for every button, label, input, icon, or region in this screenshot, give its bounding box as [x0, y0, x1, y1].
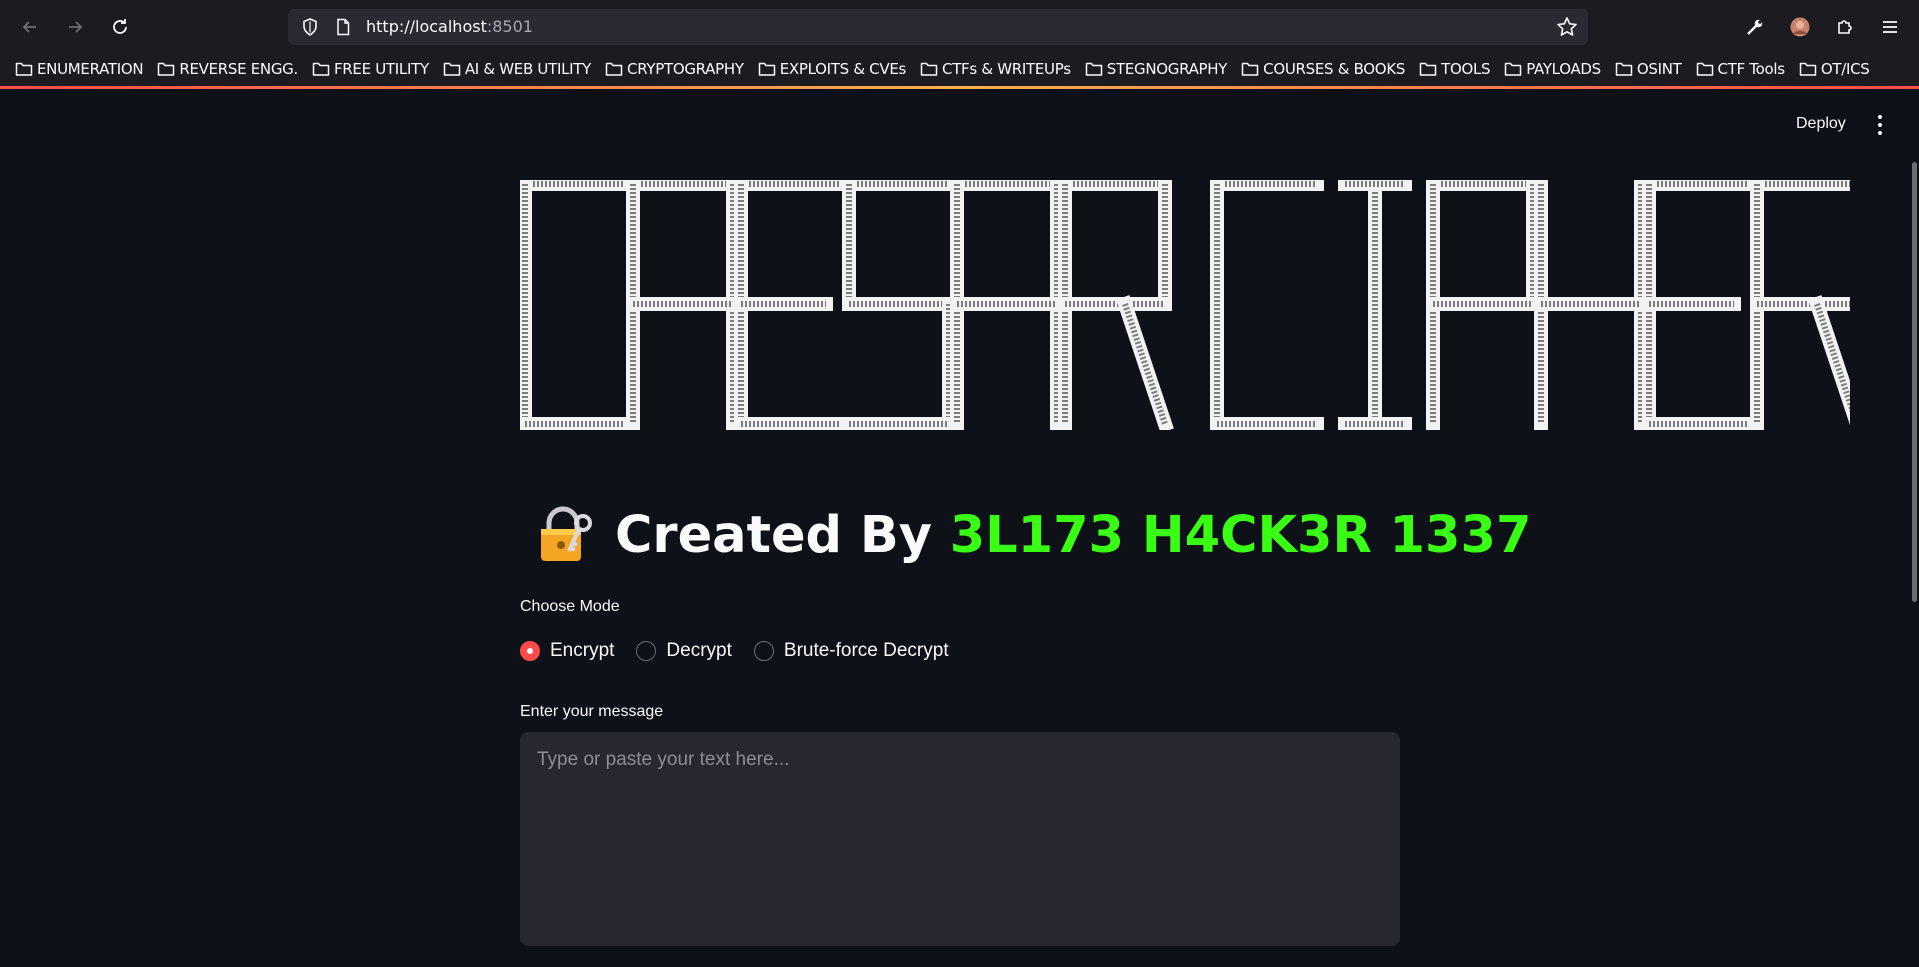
- kebab-menu-icon[interactable]: [1872, 112, 1888, 138]
- bookmark-label: OT/ICS: [1820, 60, 1870, 78]
- bookmark-folder[interactable]: CTFs & WRITEUPs: [920, 60, 1071, 78]
- mode-radio-encrypt[interactable]: Encrypt: [520, 640, 614, 662]
- bookmark-label: TOOLS: [1441, 60, 1491, 78]
- browser-toolbar: http://localhost:8501: [0, 0, 1919, 52]
- bookmark-label: OSINT: [1636, 60, 1682, 78]
- folder-icon: [1419, 62, 1437, 76]
- shield-icon[interactable]: [300, 17, 320, 37]
- folder-icon: [605, 62, 623, 76]
- radio-label: Encrypt: [550, 640, 615, 661]
- back-icon: [22, 21, 36, 33]
- bookmark-folder[interactable]: CRYPTOGRAPHY: [605, 60, 744, 78]
- star-icon[interactable]: [1556, 16, 1578, 38]
- bookmark-folder[interactable]: COURSES & BOOKS: [1241, 60, 1405, 78]
- scrollbar[interactable]: [1912, 162, 1917, 602]
- deploy-button[interactable]: Deploy: [1796, 115, 1846, 133]
- folder-icon: [443, 62, 461, 76]
- title-prefix: Created By: [615, 505, 950, 565]
- bookmark-folder[interactable]: ENUMERATION: [15, 60, 144, 78]
- folder-icon: [1085, 62, 1102, 76]
- page-icon[interactable]: [334, 18, 352, 36]
- profile-avatar: [1790, 17, 1810, 37]
- mode-radio-decrypt[interactable]: Decrypt: [636, 640, 732, 662]
- reload-button[interactable]: [105, 12, 135, 42]
- bookmark-label: ENUMERATION: [37, 60, 144, 78]
- extensions-button[interactable]: [1830, 12, 1860, 42]
- banner-letter: [734, 180, 848, 430]
- bookmark-folder[interactable]: PAYLOADS: [1504, 60, 1601, 78]
- radio-dot[interactable]: [520, 641, 540, 661]
- mode-label: Choose Mode: [520, 598, 620, 615]
- bookmark-folder[interactable]: REVERSE ENGG.: [157, 60, 298, 78]
- bookmark-label: AI & WEB UTILITY: [464, 60, 592, 78]
- page-title: Created By 3L173 H4CK3R 1337: [535, 505, 1531, 565]
- bookmark-label: CTFs & WRITEUPs: [942, 60, 1071, 78]
- devtools-button[interactable]: [1740, 12, 1770, 42]
- banner-letter: [1426, 180, 1540, 430]
- radio-dot[interactable]: [753, 641, 774, 661]
- bookmark-folder[interactable]: FREE UTILITY: [312, 60, 429, 78]
- bookmark-label: REVERSE ENGG.: [179, 60, 298, 78]
- bookmark-label: PAYLOADS: [1526, 60, 1601, 78]
- bookmark-label: FREE UTILITY: [333, 60, 429, 78]
- bookmark-label: COURSES & BOOKS: [1263, 60, 1406, 78]
- folder-icon: [1799, 62, 1817, 76]
- forward-button[interactable]: [60, 12, 90, 42]
- bookmark-label: CTF Tools: [1717, 60, 1786, 78]
- banner-letter: [1058, 180, 1174, 430]
- bookmark-label: STEGNOGRAPHY: [1106, 60, 1228, 78]
- bookmark-folder[interactable]: OT/ICS: [1799, 60, 1870, 78]
- forward-icon: [69, 21, 83, 33]
- message-input[interactable]: [520, 732, 1400, 946]
- folder-icon: [312, 62, 330, 76]
- lock-key-icon: [541, 506, 592, 561]
- folder-icon: [758, 62, 775, 76]
- folder-icon: [1696, 62, 1713, 76]
- banner-letter: [1534, 180, 1648, 430]
- message-label: Enter your message: [520, 703, 664, 720]
- bookmark-label: CRYPTOGRAPHY: [627, 60, 744, 78]
- bookmark-folder[interactable]: TOOLS: [1419, 60, 1491, 78]
- bookmark-folder[interactable]: EXPLOITS & CVEs: [758, 60, 906, 78]
- wrench-icon: [1747, 19, 1763, 35]
- reload-icon: [113, 19, 127, 34]
- bookmark-label: EXPLOITS & CVEs: [779, 60, 907, 78]
- folder-icon: [158, 62, 175, 76]
- bookmark-folder[interactable]: STEGNOGRAPHY: [1085, 60, 1227, 78]
- bookmark-folder[interactable]: AI & WEB UTILITY: [443, 60, 591, 78]
- streamlit-decoration-line: [0, 86, 1919, 89]
- mode-radio-brute-force-decrypt[interactable]: Brute-force Decrypt: [753, 640, 949, 662]
- mode-radio-group: Encrypt Decrypt Brute-force Decrypt: [520, 640, 971, 662]
- caesar-cipher-banner: [520, 180, 1850, 430]
- back-button[interactable]: [15, 12, 45, 42]
- bookmark-folder[interactable]: OSINT: [1615, 60, 1682, 78]
- bookmark-folder[interactable]: CTF Tools: [1696, 60, 1785, 78]
- banner-letter: [1750, 180, 1850, 430]
- radio-label: Decrypt: [666, 640, 732, 661]
- folder-icon: [15, 62, 33, 76]
- title-author: 3L173 H4CK3R 1337: [949, 505, 1532, 565]
- url-text[interactable]: http://localhost:8501: [366, 17, 533, 36]
- banner-letter: [842, 180, 956, 430]
- folder-icon: [1504, 62, 1522, 76]
- extensions-icon: [1838, 20, 1852, 34]
- folder-icon: [1241, 62, 1259, 76]
- radio-label: Brute-force Decrypt: [783, 640, 949, 661]
- banner-letter: [520, 180, 632, 430]
- url-port: :8501: [486, 17, 533, 36]
- banner-letter: [1210, 180, 1324, 430]
- radio-dot[interactable]: [636, 641, 657, 661]
- url-host: http://localhost: [366, 17, 487, 36]
- url-bar[interactable]: http://localhost:8501: [288, 9, 1588, 45]
- folder-icon: [920, 62, 938, 76]
- banner-letter: [1338, 180, 1412, 430]
- profile-button[interactable]: [1785, 12, 1815, 42]
- folder-icon: [1615, 62, 1633, 76]
- menu-icon: [1883, 21, 1897, 33]
- banner-letter: [626, 180, 740, 430]
- banner-letter: [950, 180, 1064, 430]
- bookmarks-bar: ENUMERATION REVERSE ENGG. FREE UTILITY AI &…: [0, 52, 1919, 86]
- banner-letter: [1642, 180, 1756, 430]
- app-menu-button[interactable]: [1875, 12, 1905, 42]
